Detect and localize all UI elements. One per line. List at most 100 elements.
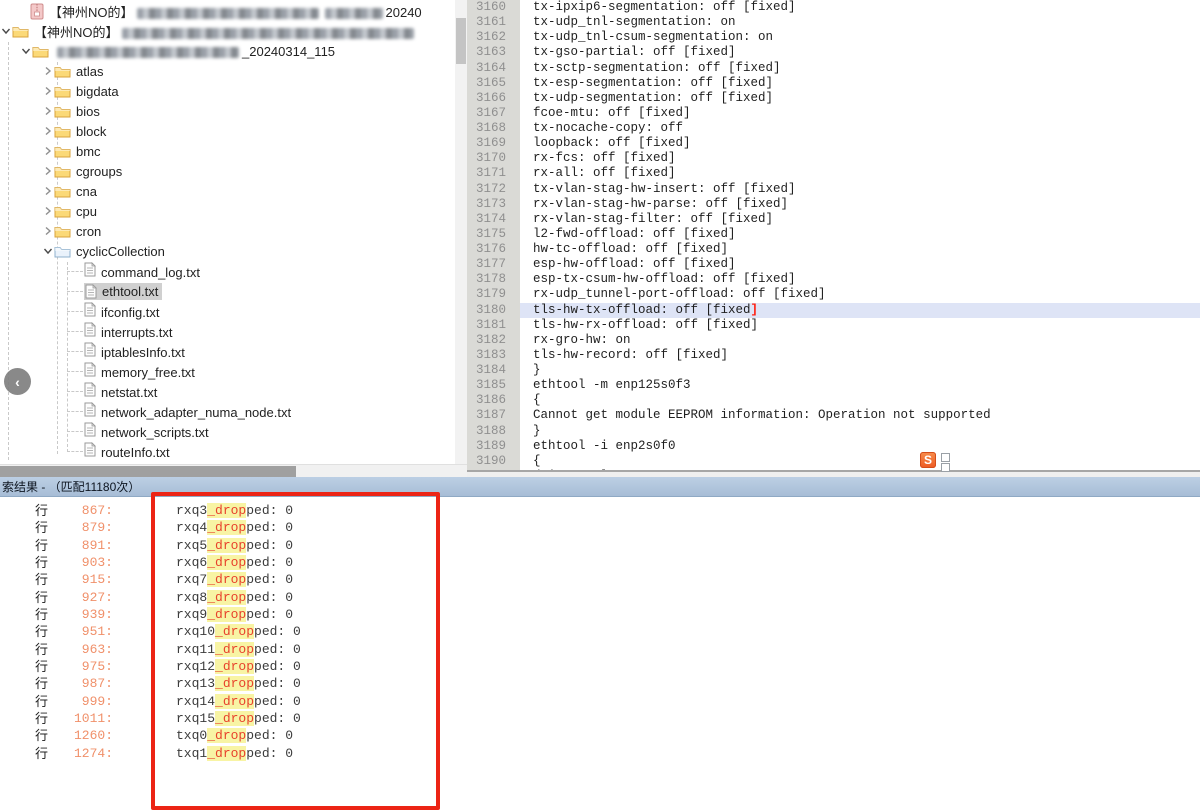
file-item-routeInfo-txt[interactable]: routeInfo.txt (0, 441, 455, 461)
collapse-sidebar-button[interactable]: ‹ (4, 368, 31, 395)
sidebar-folder-cron[interactable]: cron (0, 221, 455, 241)
code-line[interactable]: tx-ipxip6-segmentation: off [fixed] (520, 0, 1200, 15)
chevron-right-icon[interactable] (42, 85, 54, 97)
code-line[interactable]: l2-fwd-offload: off [fixed] (520, 227, 1200, 242)
text-file-icon (84, 302, 96, 317)
search-result-row[interactable]: 行879:rxq4_dropped: 0 (0, 519, 1200, 536)
file-item-interrupts-txt[interactable]: interrupts.txt (0, 321, 455, 341)
search-result-row[interactable]: 行963:rxq11_dropped: 0 (0, 641, 1200, 658)
file-item-ifconfig-txt[interactable]: ifconfig.txt (0, 301, 455, 321)
code-line[interactable]: loopback: off [fixed] (520, 136, 1200, 151)
sidebar-folder-cyclicCollection[interactable]: cyclicCollection (0, 241, 455, 261)
chevron-down-icon[interactable] (20, 45, 32, 57)
tree-root-item[interactable]: 【神州NO的】20240 (0, 1, 455, 21)
chevron-down-icon[interactable] (0, 25, 12, 37)
code-line[interactable]: esp-tx-csum-hw-offload: off [fixed] (520, 272, 1200, 287)
code-line[interactable]: tx-gso-partial: off [fixed] (520, 45, 1200, 60)
sidebar-folder-bigdata[interactable]: bigdata (0, 81, 455, 101)
code-line[interactable]: fcoe-mtu: off [fixed] (520, 106, 1200, 121)
result-line-number: 999: (51, 693, 113, 710)
file-item-iptablesInfo-txt[interactable]: iptablesInfo.txt (0, 341, 455, 361)
code-line[interactable]: tx-udp-segmentation: off [fixed] (520, 91, 1200, 106)
code-line[interactable]: tx-sctp-segmentation: off [fixed] (520, 61, 1200, 76)
code-line[interactable]: hw-tc-offload: off [fixed] (520, 242, 1200, 257)
sogou-icon[interactable]: S (920, 452, 936, 468)
selected-file[interactable]: ethtool.txt (84, 283, 162, 300)
code-line[interactable]: tx-esp-segmentation: off [fixed] (520, 76, 1200, 91)
code-line[interactable]: tls-hw-rx-offload: off [fixed] (520, 318, 1200, 333)
search-result-row[interactable]: 行951:rxq10_dropped: 0 (0, 623, 1200, 640)
tree-vertical-scrollbar[interactable] (455, 0, 467, 464)
code-line[interactable]: tls-hw-record: off [fixed] (520, 348, 1200, 363)
search-result-row[interactable]: 行1274:txq1_dropped: 0 (0, 745, 1200, 761)
code-line[interactable]: ethtool -i enp2s0f0 (520, 439, 1200, 454)
search-result-row[interactable]: 行987:rxq13_dropped: 0 (0, 675, 1200, 692)
sidebar-folder-block[interactable]: block (0, 121, 455, 141)
chevron-right-icon[interactable] (42, 185, 54, 197)
scrollbar-thumb[interactable] (456, 18, 466, 64)
search-result-row[interactable]: 行939:rxq9_dropped: 0 (0, 606, 1200, 623)
code-line[interactable]: } (520, 424, 1200, 439)
code-line[interactable]: Cannot get module EEPROM information: Op… (520, 408, 1200, 423)
sidebar-folder-cpu[interactable]: cpu (0, 201, 455, 221)
tree-root-item[interactable]: _20240314_115 (0, 41, 455, 61)
code-line[interactable]: { (520, 454, 1200, 469)
code-area[interactable]: tx-ipxip6-segmentation: off [fixed]tx-ud… (520, 0, 1200, 470)
line-number: 3181 (467, 318, 520, 333)
file-item-command_log-txt[interactable]: command_log.txt (0, 261, 455, 281)
code-line[interactable]: tx-udp_tnl-segmentation: on (520, 15, 1200, 30)
search-result-row[interactable]: 行867:rxq3_dropped: 0 (0, 502, 1200, 519)
sidebar-folder-cgroups[interactable]: cgroups (0, 161, 455, 181)
search-result-row[interactable]: 行1011:rxq15_dropped: 0 (0, 710, 1200, 727)
chevron-right-icon[interactable] (42, 105, 54, 117)
code-line[interactable]: } (520, 363, 1200, 378)
search-result-row[interactable]: 行891:rxq5_dropped: 0 (0, 537, 1200, 554)
scrollbar-thumb[interactable] (0, 466, 296, 477)
file-item-memory_free-txt[interactable]: memory_free.txt (0, 361, 455, 381)
chevron-right-icon[interactable] (42, 165, 54, 177)
chevron-down-icon[interactable] (42, 245, 54, 257)
chevron-right-icon (18, 5, 30, 17)
code-line[interactable]: { (520, 393, 1200, 408)
chevron-right-icon[interactable] (42, 205, 54, 217)
file-item-network_adapter_numa_node-txt[interactable]: network_adapter_numa_node.txt (0, 401, 455, 421)
code-line[interactable]: ethtool -m enp125s0f3 (520, 378, 1200, 393)
ime-mini-toolbar[interactable] (941, 452, 950, 472)
result-text: rxq15_dropped: 0 (176, 710, 301, 727)
code-line[interactable]: rx-vlan-stag-hw-parse: off [fixed] (520, 197, 1200, 212)
file-item-netstat-txt[interactable]: netstat.txt (0, 381, 455, 401)
search-result-row[interactable]: 行927:rxq8_dropped: 0 (0, 589, 1200, 606)
code-line[interactable]: rx-udp_tunnel-port-offload: off [fixed] (520, 287, 1200, 302)
row-line-prefix: 行 (35, 745, 51, 761)
search-result-row[interactable]: 行975:rxq12_dropped: 0 (0, 658, 1200, 675)
search-result-row[interactable]: 行1260:txq0_dropped: 0 (0, 727, 1200, 744)
code-line[interactable]: tx-udp_tnl-csum-segmentation: on (520, 30, 1200, 45)
chevron-right-icon[interactable] (42, 125, 54, 137)
search-result-row[interactable]: 行903:rxq6_dropped: 0 (0, 554, 1200, 571)
code-line[interactable]: rx-fcs: off [fixed] (520, 151, 1200, 166)
file-item-network_scripts-txt[interactable]: network_scripts.txt (0, 421, 455, 441)
sidebar-folder-cna[interactable]: cna (0, 181, 455, 201)
file-item-ethtool-txt[interactable]: ethtool.txt (0, 281, 455, 301)
sidebar-folder-atlas[interactable]: atlas (0, 61, 455, 81)
search-result-row[interactable]: 行999:rxq14_dropped: 0 (0, 693, 1200, 710)
chevron-right-icon[interactable] (42, 65, 54, 77)
sidebar-folder-bios[interactable]: bios (0, 101, 455, 121)
code-line[interactable]: rx-gro-hw: on (520, 333, 1200, 348)
search-result-row[interactable]: 行915:rxq7_dropped: 0 (0, 571, 1200, 588)
line-number: 3182 (467, 333, 520, 348)
sidebar-folder-bmc[interactable]: bmc (0, 141, 455, 161)
chevron-right-icon[interactable] (42, 145, 54, 157)
code-line[interactable]: tx-nocache-copy: off (520, 121, 1200, 136)
code-line-selected[interactable]: tls-hw-tx-offload: off [fixed] (520, 303, 1200, 318)
tree-root-item[interactable]: 【神州NO的】 (0, 21, 455, 41)
chevron-right-icon[interactable] (42, 225, 54, 237)
sogou-ime-indicator[interactable]: S (920, 452, 950, 472)
code-line[interactable]: rx-all: off [fixed] (520, 166, 1200, 181)
code-line[interactable]: rx-vlan-stag-filter: off [fixed] (520, 212, 1200, 227)
code-line[interactable]: esp-hw-offload: off [fixed] (520, 257, 1200, 272)
row-line-prefix: 行 (35, 554, 51, 571)
file-label: ethtool.txt (102, 284, 158, 299)
tree-horizontal-scrollbar[interactable] (0, 464, 467, 477)
code-line[interactable]: tx-vlan-stag-hw-insert: off [fixed] (520, 182, 1200, 197)
